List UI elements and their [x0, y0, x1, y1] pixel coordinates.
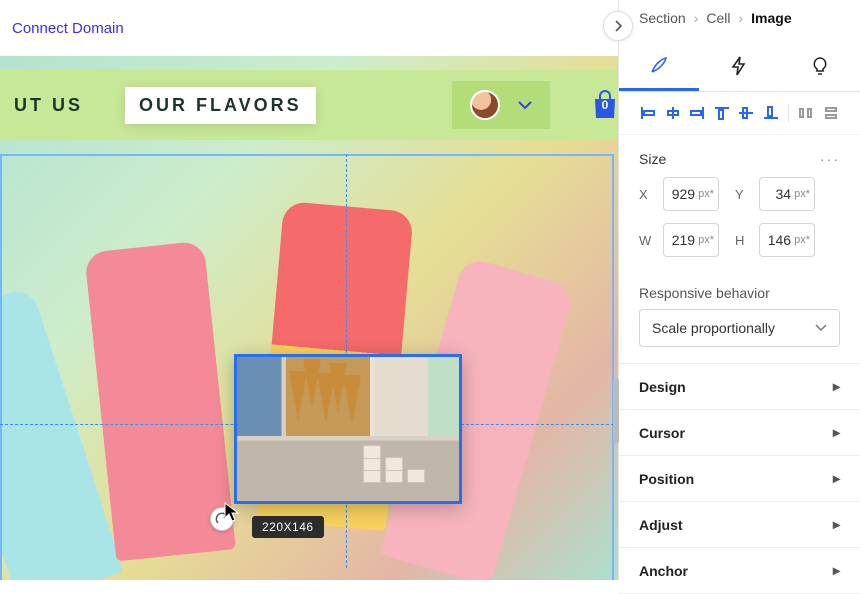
dimension-tooltip: 220X146: [252, 516, 324, 538]
h-label: H: [735, 233, 751, 248]
image-content: [289, 371, 369, 481]
align-center-h-button[interactable]: [664, 105, 683, 121]
divider: [788, 104, 789, 122]
distribute-v-button[interactable]: [822, 105, 841, 121]
breadcrumb-section[interactable]: Section: [639, 10, 686, 26]
responsive-select[interactable]: Scale proportionally: [639, 309, 840, 347]
accordion-cursor[interactable]: Cursor▸: [619, 410, 860, 456]
size-more-button[interactable]: ···: [820, 151, 840, 167]
y-input[interactable]: 34px*: [759, 177, 815, 211]
chevron-down-icon: [815, 324, 827, 332]
x-input[interactable]: 929px*: [663, 177, 719, 211]
panel-collapse-toggle[interactable]: [603, 11, 633, 41]
responsive-label: Responsive behavior: [639, 285, 840, 301]
connect-domain-link[interactable]: Connect Domain: [12, 20, 124, 37]
breadcrumb: Section › Cell › Image: [619, 0, 860, 36]
inspector-tabs: [619, 44, 860, 92]
breadcrumb-image: Image: [751, 10, 791, 26]
scrollbar-thumb[interactable]: [613, 378, 619, 444]
align-bottom-button[interactable]: [762, 105, 781, 121]
tab-actions[interactable]: [699, 44, 779, 91]
nav-item-flavors[interactable]: OUR FLAVORS: [125, 87, 316, 124]
breadcrumb-separator: ›: [739, 10, 744, 26]
cart-button[interactable]: 0: [592, 90, 618, 120]
lightbulb-icon: [811, 56, 829, 76]
page-preview[interactable]: UT US OUR FLAVORS 0 220X146: [0, 56, 618, 580]
cursor-icon: [224, 502, 240, 522]
accordion-position[interactable]: Position▸: [619, 456, 860, 502]
accordion-anchor[interactable]: Anchor▸: [619, 548, 860, 594]
y-label: Y: [735, 187, 751, 202]
responsive-value: Scale proportionally: [652, 320, 775, 336]
responsive-section: Responsive behavior Scale proportionally: [619, 285, 860, 364]
x-label: X: [639, 187, 655, 202]
brush-icon: [649, 56, 669, 76]
tab-design[interactable]: [619, 44, 699, 91]
cart-count: 0: [592, 98, 618, 112]
accordion-adjust[interactable]: Adjust▸: [619, 502, 860, 548]
avatar[interactable]: [470, 90, 500, 120]
image-content: [363, 393, 433, 483]
align-middle-v-button[interactable]: [737, 105, 756, 121]
h-input[interactable]: 146px*: [759, 223, 815, 257]
chevron-right-icon: ▸: [833, 424, 840, 441]
size-heading: Size: [639, 151, 666, 167]
chevron-right-icon: [612, 20, 624, 32]
accordion-design[interactable]: Design▸: [619, 364, 860, 410]
breadcrumb-separator: ›: [694, 10, 699, 26]
w-input[interactable]: 219px*: [663, 223, 719, 257]
chevron-right-icon: ▸: [833, 516, 840, 533]
w-label: W: [639, 233, 655, 248]
alignment-controls: [619, 92, 860, 135]
align-right-button[interactable]: [688, 105, 707, 121]
nav-item-about[interactable]: UT US: [0, 87, 97, 124]
login-bar: [452, 81, 550, 129]
align-top-button[interactable]: [713, 105, 732, 121]
align-left-button[interactable]: [639, 105, 658, 121]
lightning-icon: [730, 56, 748, 76]
editor-topbar: Connect Domain: [0, 0, 618, 56]
chevron-right-icon: ▸: [833, 470, 840, 487]
size-section: Size ··· X 929px* Y 34px* W 219px* H 146…: [619, 135, 860, 285]
tab-ideas[interactable]: [780, 44, 860, 91]
site-navbar: UT US OUR FLAVORS 0: [0, 70, 618, 140]
chevron-down-icon[interactable]: [518, 101, 532, 110]
breadcrumb-cell[interactable]: Cell: [706, 10, 730, 26]
chevron-right-icon: ▸: [833, 378, 840, 395]
inspector-panel: Section › Cell › Image Size ··· X: [618, 0, 860, 580]
editor-canvas: Connect Domain UT US OUR FLAVORS 0: [0, 0, 618, 580]
distribute-h-button[interactable]: [797, 105, 816, 121]
chevron-right-icon: ▸: [833, 562, 840, 579]
selected-image[interactable]: [234, 354, 462, 504]
